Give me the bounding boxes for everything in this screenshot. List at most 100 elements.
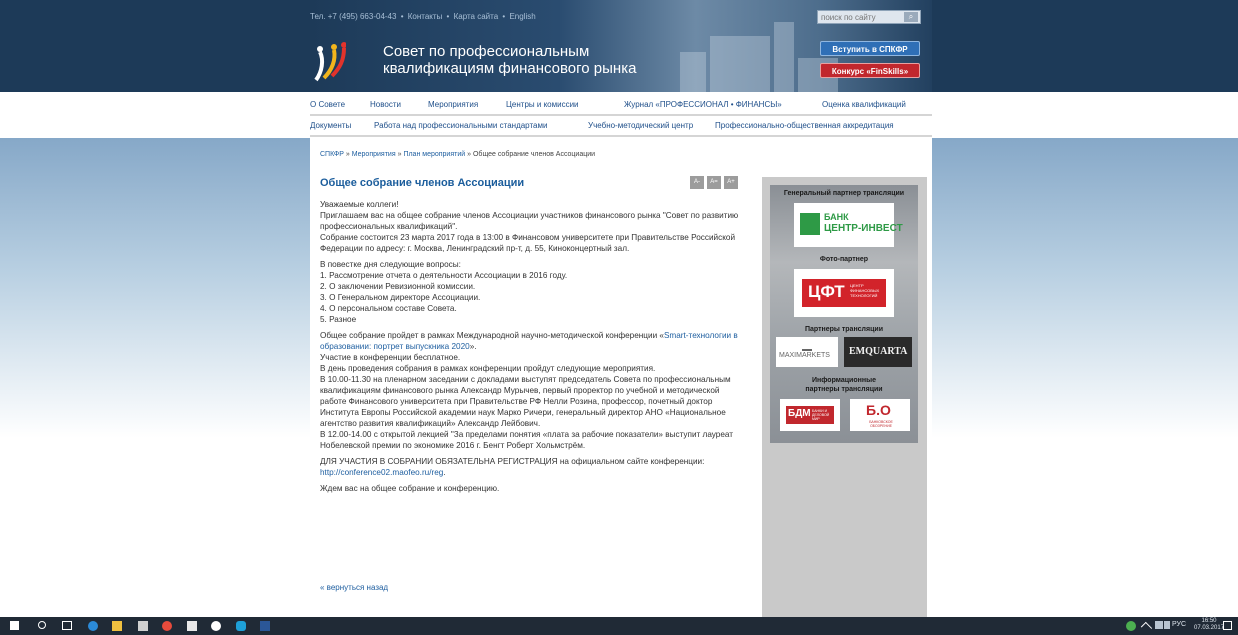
nav-item-qualification[interactable]: Оценка квалификаций — [822, 100, 906, 109]
page-container: Тел. +7 (495) 663-04-43 • Контакты • Кар… — [310, 0, 932, 617]
skype-icon[interactable] — [236, 621, 246, 631]
photo-partner-label: Фото-партнер — [819, 256, 869, 263]
building-silhouette — [774, 22, 794, 92]
network-icon[interactable] — [1155, 621, 1163, 629]
separator: • — [502, 12, 506, 21]
plenary-text: В 10.00-11.30 на пленарном заседании с д… — [320, 375, 731, 428]
nav-divider — [310, 114, 932, 116]
agenda: В повестке дня следующие вопросы: 1. Рас… — [320, 259, 748, 325]
system-clock[interactable]: 16:50 07.03.2017 — [1194, 618, 1224, 632]
font-decrease-button[interactable]: A- — [690, 176, 704, 189]
nav-item-events[interactable]: Мероприятия — [428, 100, 478, 109]
nav-item-training-center[interactable]: Учебно-методический центр — [588, 121, 693, 130]
english-link[interactable]: English — [509, 12, 535, 21]
bank-logo-text: ЦЕНТР-ИНВЕСТ — [824, 223, 903, 234]
back-link[interactable]: « вернуться назад — [320, 583, 388, 592]
bank-logo-text: БАНК — [824, 212, 849, 222]
site-title-line: Совет по профессиональным — [383, 43, 590, 60]
secondary-nav: Документы Работа над профессиональными с… — [310, 121, 932, 135]
mail-icon[interactable] — [187, 621, 197, 631]
article-body: Уважаемые коллеги! Приглашаем вас на общ… — [320, 199, 748, 499]
partners-panel: Генеральный партнер трансляции БАНК ЦЕНТ… — [770, 185, 918, 443]
input-language[interactable]: РУС — [1172, 621, 1186, 628]
closing-text: Ждем вас на общее собрание и конференцию… — [320, 484, 500, 493]
breadcrumb-events[interactable]: Мероприятия — [352, 151, 396, 158]
nav-item-centers[interactable]: Центры и комиссии — [506, 100, 579, 109]
bank-center-invest-logo[interactable]: БАНК ЦЕНТР-ИНВЕСТ — [794, 203, 903, 247]
bank-review-logo[interactable]: Б.О БАНКОВСКОЕ ОБОЗРЕНИЕ — [850, 399, 910, 431]
site-header: Тел. +7 (495) 663-04-43 • Контакты • Кар… — [310, 0, 932, 92]
spkfr-logo-icon[interactable] — [314, 42, 346, 84]
edge-browser-icon[interactable] — [88, 621, 98, 631]
nav-item-news[interactable]: Новости — [370, 100, 401, 109]
breadcrumb-plan[interactable]: План мероприятий — [403, 151, 465, 158]
emquarta-logo-text: EMQUARTA — [849, 346, 908, 357]
nav-item-accreditation[interactable]: Профессионально-общественная аккредитаци… — [715, 121, 894, 130]
agenda-item: 1. Рассмотрение отчета о деятельности Ас… — [320, 271, 568, 280]
task-view-icon[interactable] — [62, 621, 72, 630]
article-paragraph: Общее собрание пройдет в рамках Междунар… — [320, 330, 748, 451]
windows-taskbar — [0, 617, 1238, 635]
article-paragraph: Уважаемые коллеги! Приглашаем вас на общ… — [320, 199, 748, 254]
breadcrumb-separator: » — [345, 151, 350, 158]
nav-item-journal[interactable]: Журнал «ПРОФЕССИОНАЛ • ФИНАНСЫ» — [624, 100, 782, 109]
sidebar: Генеральный партнер трансляции БАНК ЦЕНТ… — [762, 177, 927, 617]
invite-text: Приглашаем вас на общее собрание членов … — [320, 211, 739, 231]
search-input[interactable] — [821, 12, 901, 22]
greeting-text: Уважаемые коллеги! — [320, 200, 399, 209]
yandex-browser-icon[interactable] — [211, 621, 221, 631]
nav-divider — [310, 135, 932, 137]
maximarkets-emblem-icon — [802, 341, 812, 351]
breadcrumb-separator: » — [467, 151, 472, 158]
breadcrumb-separator: » — [397, 151, 402, 158]
broadcast-partners-label: Партнеры трансляции — [804, 326, 883, 333]
bank-review-logo-text: Б.О — [866, 402, 891, 418]
nav-item-documents[interactable]: Документы — [310, 121, 351, 130]
separator: • — [446, 12, 450, 21]
registration-link[interactable]: http://conference02.maofeo.ru/reg — [320, 468, 443, 477]
font-normal-button[interactable]: A= — [707, 176, 721, 189]
search-icon[interactable] — [38, 621, 46, 629]
windows-start-icon[interactable] — [10, 621, 19, 630]
agenda-item: 3. О Генеральном директоре Ассоциации. — [320, 293, 481, 302]
free-text: Участие в конференции бесплатное. — [320, 353, 461, 362]
registration-text: . — [443, 468, 446, 477]
nav-item-standards[interactable]: Работа над профессиональными стандартами — [374, 121, 547, 130]
article-paragraph: Ждем вас на общее собрание и конференцию… — [320, 483, 748, 494]
bdm-logo[interactable]: БДМ БАНКИ И ДЕЛОВОЙ МИР — [780, 399, 840, 431]
clock-time: 16:50 — [1201, 618, 1217, 624]
tray-app-icon[interactable] — [1126, 621, 1136, 631]
nav-item-about[interactable]: О Совете — [310, 100, 345, 109]
breadcrumb-home[interactable]: СПКФР — [320, 151, 344, 158]
file-explorer-icon[interactable] — [112, 621, 122, 631]
word-icon[interactable] — [260, 621, 270, 631]
breadcrumb-current: Общее собрание членов Ассоциации — [472, 151, 596, 158]
events-intro-text: В день проведения собрания в рамках конф… — [320, 364, 656, 373]
phone-text: Тел. +7 (495) 663-04-43 — [310, 12, 397, 21]
maximarkets-logo[interactable]: MAXIMARKETS — [776, 337, 838, 367]
tray-chevron-up-icon[interactable] — [1140, 621, 1153, 634]
agenda-item: 4. О персональном составе Совета. — [320, 304, 457, 313]
emquarta-logo[interactable]: EMQUARTA — [844, 337, 912, 367]
cft-logo-subtitle: ЦЕНТР ФИНАНСОВЫХ ТЕХНОЛОГИЙ — [850, 283, 880, 298]
contest-button[interactable]: Конкурс «FinSkills» — [820, 63, 920, 78]
cft-logo[interactable]: ЦФТ ЦЕНТР ФИНАНСОВЫХ ТЕХНОЛОГИЙ — [794, 269, 894, 317]
volume-icon[interactable] — [1164, 621, 1170, 629]
notifications-icon[interactable] — [1223, 621, 1232, 630]
bank-review-logo-subtitle: БАНКОВСКОЕ ОБОЗРЕНИЕ — [869, 420, 893, 428]
contacts-link[interactable]: Контакты — [408, 12, 443, 21]
search-icon[interactable]: ⌕ — [904, 12, 918, 22]
general-partner-label: Генеральный партнер трансляции — [783, 190, 905, 197]
search-box: ⌕ — [817, 10, 921, 24]
site-title[interactable]: Совет по профессиональным квалификациям … — [383, 43, 636, 77]
chrome-browser-icon[interactable] — [162, 621, 172, 631]
conference-text: ». — [469, 342, 477, 351]
bank-emblem-icon — [800, 213, 820, 235]
join-button[interactable]: Вступить в СПКФР — [820, 41, 920, 56]
info-partners-label-line: партнеры трансляции — [805, 386, 883, 393]
font-increase-button[interactable]: A+ — [724, 176, 738, 189]
sitemap-link[interactable]: Карта сайта — [454, 12, 499, 21]
building-silhouette — [680, 52, 706, 92]
store-icon[interactable] — [138, 621, 148, 631]
separator: • — [400, 12, 404, 21]
